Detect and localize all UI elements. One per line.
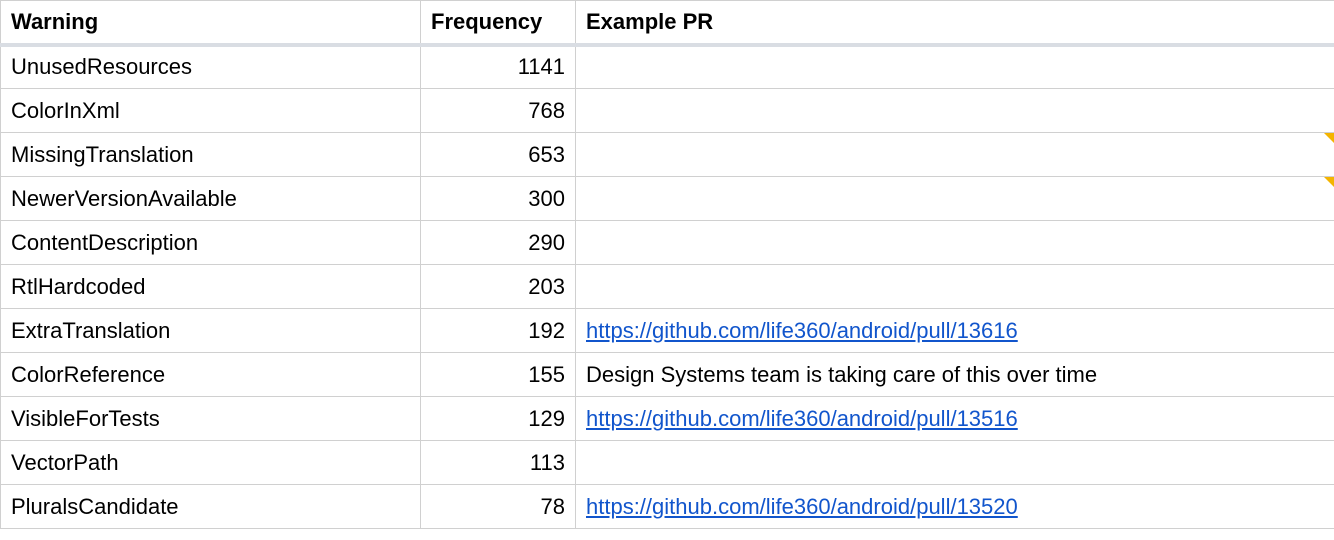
cell-frequency[interactable]: 113 <box>421 441 576 485</box>
cell-frequency-value: 203 <box>528 274 565 299</box>
cell-frequency-value: 129 <box>528 406 565 431</box>
cell-warning-value: VisibleForTests <box>11 406 160 431</box>
header-warning[interactable]: Warning <box>1 1 421 45</box>
cell-warning-value: RtlHardcoded <box>11 274 146 299</box>
cell-warning[interactable]: ExtraTranslation <box>1 309 421 353</box>
header-warning-label: Warning <box>11 9 98 34</box>
table-row: ColorInXml 768 <box>1 89 1334 133</box>
cell-example-pr[interactable] <box>576 89 1334 133</box>
note-indicator-icon[interactable] <box>1324 133 1334 143</box>
table-row: VisibleForTests 129 https://github.com/lif… <box>1 397 1334 441</box>
cell-example-pr[interactable] <box>576 221 1334 265</box>
cell-example-pr[interactable] <box>576 441 1334 485</box>
cell-warning[interactable]: VectorPath <box>1 441 421 485</box>
cell-frequency-value: 1141 <box>518 54 565 79</box>
example-pr-link[interactable]: https://github.com/life360/android/pull/… <box>586 406 1018 432</box>
header-example-pr-label: Example PR <box>586 9 713 34</box>
example-pr-link[interactable]: https://github.com/life360/android/pull/… <box>586 318 1018 344</box>
cell-example-pr[interactable] <box>576 45 1334 89</box>
table-row: ExtraTranslation 192 https://github.com/li… <box>1 309 1334 353</box>
cell-frequency[interactable]: 203 <box>421 265 576 309</box>
cell-example-pr[interactable]: https://github.com/life360/android/pull/… <box>576 309 1334 353</box>
cell-frequency[interactable]: 290 <box>421 221 576 265</box>
cell-warning[interactable]: PluralsCandidate <box>1 485 421 529</box>
table-row: RtlHardcoded 203 <box>1 265 1334 309</box>
cell-example-pr[interactable]: Design Systems team is taking care of th… <box>576 353 1334 397</box>
table-row: NewerVersionAvailable 300 <box>1 177 1334 221</box>
table-row: UnusedResources 1141 <box>1 45 1334 89</box>
cell-frequency[interactable]: 768 <box>421 89 576 133</box>
cell-warning-value: ColorInXml <box>11 98 120 123</box>
cell-frequency-value: 768 <box>528 98 565 123</box>
cell-frequency[interactable]: 300 <box>421 177 576 221</box>
cell-warning[interactable]: ColorInXml <box>1 89 421 133</box>
cell-frequency-value: 155 <box>528 362 565 387</box>
table-row: VectorPath 113 <box>1 441 1334 485</box>
example-pr-text: Design Systems team is taking care of th… <box>586 362 1097 388</box>
header-row: Warning Frequency Example PR <box>1 1 1334 45</box>
cell-warning-value: UnusedResources <box>11 54 192 79</box>
cell-warning[interactable]: NewerVersionAvailable <box>1 177 421 221</box>
cell-warning-value: VectorPath <box>11 450 119 475</box>
warnings-table: Warning Frequency Example PR UnusedResou… <box>0 0 1334 529</box>
cell-frequency[interactable]: 129 <box>421 397 576 441</box>
note-indicator-icon[interactable] <box>1324 177 1334 187</box>
example-pr-link[interactable]: https://github.com/life360/android/pull/… <box>586 494 1018 520</box>
cell-example-pr[interactable] <box>576 177 1334 221</box>
cell-warning[interactable]: UnusedResources <box>1 45 421 89</box>
cell-example-pr[interactable]: https://github.com/life360/android/pull/… <box>576 485 1334 529</box>
cell-warning-value: MissingTranslation <box>11 142 194 167</box>
cell-frequency-value: 113 <box>530 450 565 475</box>
cell-frequency[interactable]: 78 <box>421 485 576 529</box>
cell-frequency[interactable]: 192 <box>421 309 576 353</box>
cell-warning-value: NewerVersionAvailable <box>11 186 237 211</box>
cell-warning[interactable]: VisibleForTests <box>1 397 421 441</box>
table-row: ContentDescription 290 <box>1 221 1334 265</box>
table-row: PluralsCandidate 78 https://github.com/lif… <box>1 485 1334 529</box>
cell-example-pr[interactable] <box>576 133 1334 177</box>
cell-example-pr[interactable]: https://github.com/life360/android/pull/… <box>576 397 1334 441</box>
cell-frequency-value: 78 <box>541 494 565 519</box>
cell-warning[interactable]: ContentDescription <box>1 221 421 265</box>
cell-frequency-value: 192 <box>528 318 565 343</box>
cell-warning-value: ExtraTranslation <box>11 318 170 343</box>
cell-warning[interactable]: ColorReference <box>1 353 421 397</box>
header-frequency[interactable]: Frequency <box>421 1 576 45</box>
table-row: MissingTranslation 653 <box>1 133 1334 177</box>
header-example-pr[interactable]: Example PR <box>576 1 1334 45</box>
cell-example-pr[interactable] <box>576 265 1334 309</box>
cell-frequency[interactable]: 653 <box>421 133 576 177</box>
cell-frequency[interactable]: 155 <box>421 353 576 397</box>
table-row: ColorReference 155 Design Systems team is … <box>1 353 1334 397</box>
header-frequency-label: Frequency <box>431 9 542 34</box>
cell-frequency-value: 300 <box>528 186 565 211</box>
cell-frequency-value: 653 <box>528 142 565 167</box>
cell-frequency[interactable]: 1141 <box>421 45 576 89</box>
cell-warning-value: PluralsCandidate <box>11 494 179 519</box>
cell-warning-value: ContentDescription <box>11 230 198 255</box>
cell-warning[interactable]: RtlHardcoded <box>1 265 421 309</box>
cell-warning-value: ColorReference <box>11 362 165 387</box>
cell-frequency-value: 290 <box>528 230 565 255</box>
cell-warning[interactable]: MissingTranslation <box>1 133 421 177</box>
